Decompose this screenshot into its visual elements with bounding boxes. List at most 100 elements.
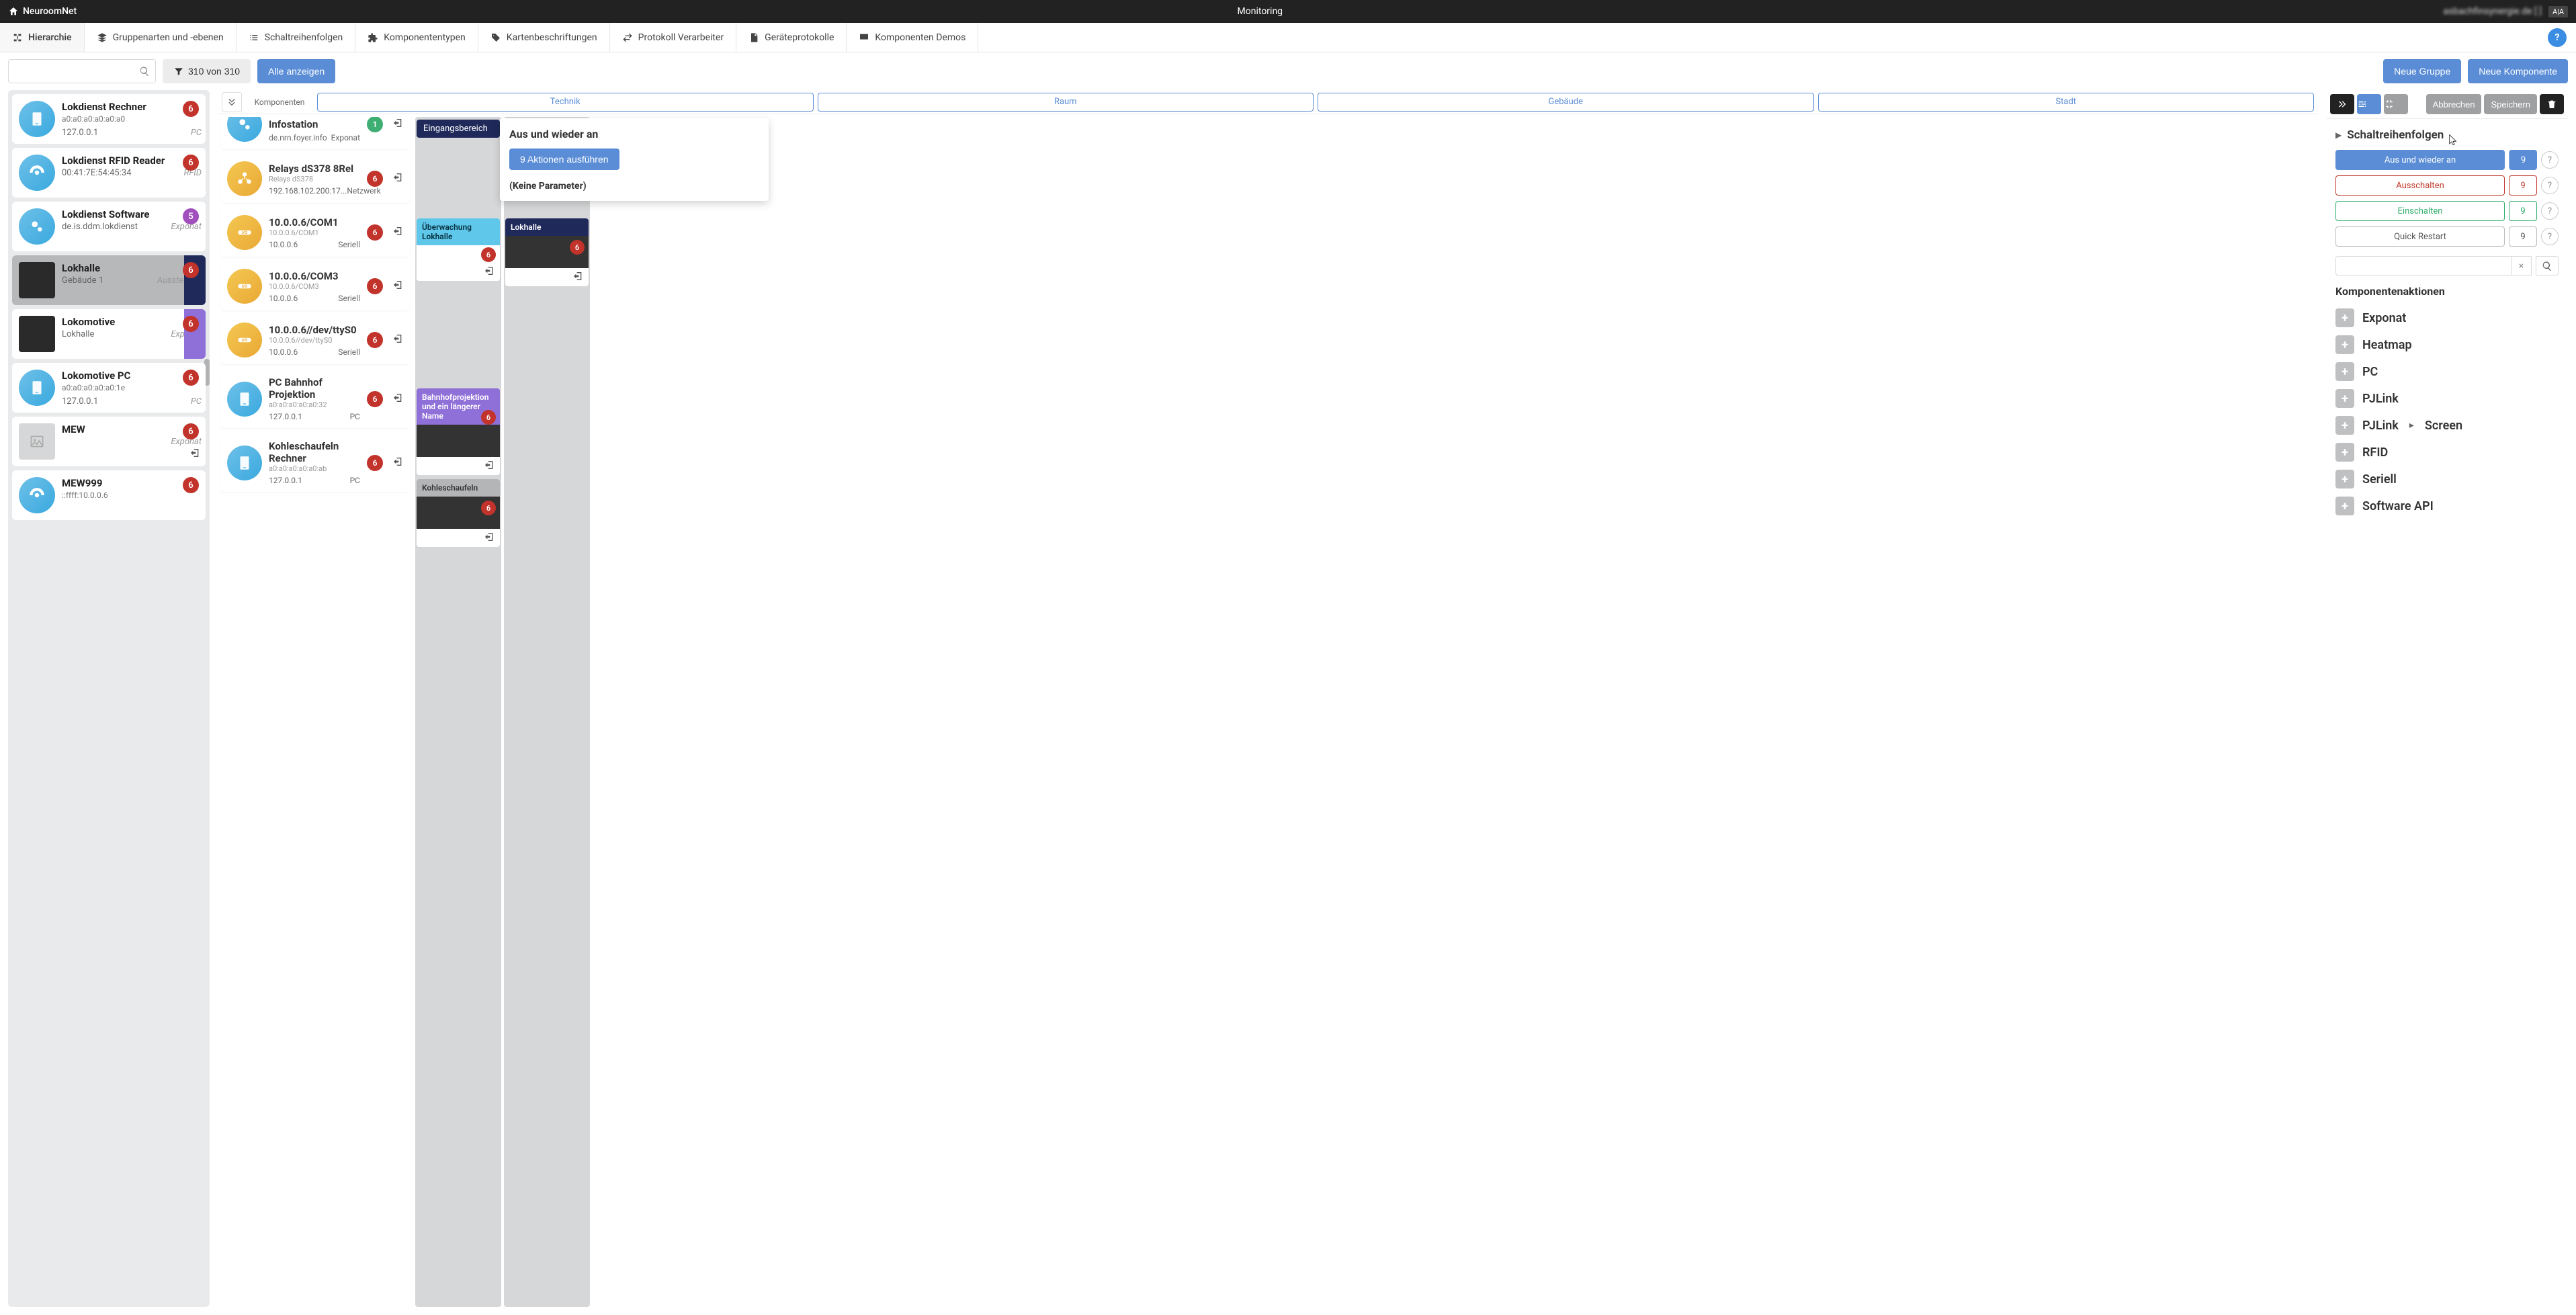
help-button[interactable]: ? [2548,23,2576,52]
component-card[interactable]: Lokdienst RFID Reader00:41:7E:54:45:34RF… [12,148,206,198]
sequence-button[interactable]: Quick Restart [2335,226,2505,247]
help-icon[interactable]: ? [2541,177,2559,194]
enter-icon[interactable] [392,172,403,185]
tech-card[interactable]: 10.0.0.6//dev/ttyS010.0.0.6//dev/ttyS010… [220,316,410,364]
component-card[interactable]: Lokdienst Rechnera0:a0:a0:a0:a0:a0127.0.… [12,94,206,144]
technik-column[interactable]: Software Infostationde.nrn.foyer.infoExp… [218,117,413,1307]
global-search-input[interactable] [14,66,139,77]
component-card[interactable]: MEW999::ffff:10.0.0.66 [12,470,206,520]
nav-tab-protokoll-verarbeiter[interactable]: Protokoll Verarbeiter [610,23,737,52]
col-technik[interactable]: Technik [317,93,814,112]
gebaeude-column[interactable]: Gebäude 1 Lokhalle6 [504,117,590,1307]
tech-card[interactable]: PC Bahnhof Projektiona0:a0:a0:a0:a0:3212… [220,370,410,428]
action-item[interactable]: +RFID [2335,439,2559,466]
expand-all-button[interactable] [222,92,242,112]
collapse-panel-button[interactable] [2330,94,2354,114]
enter-icon[interactable] [392,456,403,470]
card-subtitle: ::ffff:10.0.0.6 [62,491,202,500]
action-label: Heatmap [2362,338,2412,352]
component-card[interactable]: Lokomotive PCa0:a0:a0:a0:a0:1e127.0.0.1P… [12,363,206,413]
nav-tab-hierarchie[interactable]: Hierarchie [0,23,85,52]
sequence-count[interactable]: 9 [2509,201,2537,221]
nav-tab-gruppenarten-und-ebenen[interactable]: Gruppenarten und -ebenen [85,23,237,52]
raum-header-chip[interactable]: Eingangsbereich [417,120,500,138]
sidebar-component-list[interactable]: Lokdienst Rechnera0:a0:a0:a0:a0:a0127.0.… [8,90,210,1307]
component-card[interactable]: Lokdienst Softwarede.is.ddm.lokdienstExp… [12,202,206,251]
tech-card[interactable]: 10.0.0.6/COM110.0.0.6/COM110.0.0.6Seriel… [220,208,410,257]
new-group-button[interactable]: Neue Gruppe [2383,59,2461,83]
doc-icon [748,32,759,43]
room-card[interactable]: Lokhalle6 [505,218,589,286]
room-enter[interactable] [417,529,500,547]
component-card[interactable]: LokomotiveLokhalleExponat6 [12,309,206,359]
sequence-count[interactable]: 9 [2509,226,2537,247]
room-card[interactable]: Bahnhofprojektion und ein längerer Name6 [417,388,500,475]
tech-card[interactable]: Relays dS378 8RelRelays dS378192.168.102… [220,155,410,203]
delete-button[interactable] [2540,94,2564,114]
popover-execute-button[interactable]: 9 Aktionen ausführen [509,149,619,170]
enter-icon[interactable] [392,280,403,293]
compress-button[interactable] [2384,94,2408,114]
help-icon[interactable]: ? [2541,151,2559,169]
home-icon [8,6,19,17]
help-icon[interactable]: ? [2541,202,2559,220]
col-gebaeude[interactable]: Gebäude [1318,93,1814,112]
nav-tab-komponententypen[interactable]: Komponententypen [355,23,478,52]
room-title: Kohleschaufeln [417,479,500,497]
action-item[interactable]: +Software API [2335,493,2559,519]
enter-icon[interactable] [392,333,403,347]
stadt-column[interactable] [593,117,679,1307]
do-search-button[interactable] [2536,256,2559,275]
col-raum[interactable]: Raum [818,93,1314,112]
enter-icon[interactable] [189,448,200,461]
action-item[interactable]: +PC [2335,358,2559,385]
component-card[interactable]: MEWExponat6 [12,417,206,466]
save-button[interactable]: Speichern [2484,94,2537,114]
nav-tab-ger-teprotokolle[interactable]: Geräteprotokolle [736,23,847,52]
action-item[interactable]: +Seriell [2335,466,2559,493]
nav-tab-schaltreihenfolgen[interactable]: Schaltreihenfolgen [237,23,356,52]
tech-card[interactable]: Kohleschaufeln Rechnera0:a0:a0:a0:a0:ab1… [220,433,410,492]
action-search-input[interactable] [2335,256,2511,275]
global-search[interactable] [8,59,156,83]
nav-tab-komponenten-demos[interactable]: Komponenten Demos [847,23,978,52]
room-card[interactable]: Kohleschaufeln6 [417,479,500,547]
section-toggle[interactable]: ▶ Schaltreihenfolgen [2335,128,2559,142]
enter-icon[interactable] [392,118,403,131]
room-enter[interactable] [505,268,589,286]
clear-search-button[interactable]: × [2511,256,2532,275]
enter-icon[interactable] [392,392,403,406]
search-icon[interactable] [139,66,150,77]
nav-tab-kartenbeschriftungen[interactable]: Kartenbeschriftungen [478,23,610,52]
lang-badge[interactable]: A|A [2548,6,2568,17]
sequence-button[interactable]: Ausschalten [2335,175,2505,196]
tech-card[interactable]: Software Infostationde.nrn.foyer.infoExp… [220,117,410,149]
new-component-button[interactable]: Neue Komponente [2468,59,2568,83]
component-card[interactable]: LokhalleGebäude 1Ausstellung6 [12,255,206,305]
action-item[interactable]: +PJLink [2335,385,2559,412]
room-card[interactable]: Überwachung Lokhalle6 [417,218,500,281]
col-stadt[interactable]: Stadt [1818,93,2315,112]
sequence-row: Quick Restart9? [2335,226,2559,247]
action-item[interactable]: +PJLink▸Screen [2335,412,2559,439]
sequence-button[interactable]: Einschalten [2335,201,2505,221]
right-toolbar: Abbrechen Speichern [2326,90,2568,119]
sequence-button[interactable]: Aus und wieder an [2335,150,2505,170]
sequence-count[interactable]: 9 [2509,175,2537,196]
tech-card[interactable]: 10.0.0.6/COM310.0.0.6/COM310.0.0.6Seriel… [220,262,410,310]
action-item[interactable]: +Heatmap [2335,331,2559,358]
room-enter[interactable] [417,457,500,475]
action-item[interactable]: +Exponat [2335,304,2559,331]
show-all-button[interactable]: Alle anzeigen [257,59,335,83]
filter-count-button[interactable]: 310 von 310 [163,59,251,83]
cancel-button[interactable]: Abbrechen [2426,94,2482,114]
sequence-count[interactable]: 9 [2509,150,2537,170]
user-label[interactable]: asbachfinsynergie.de [ ] [2443,6,2542,17]
brand[interactable]: NeuroomNet [8,6,77,17]
navbar: HierarchieGruppenarten und -ebenenSchalt… [0,23,2576,52]
help-icon[interactable]: ? [2541,228,2559,245]
sliders-button[interactable] [2357,94,2381,114]
nav-tab-label: Geräteprotokolle [765,32,834,43]
enter-icon[interactable] [392,226,403,239]
raum-column[interactable]: Eingangsbereich Überwachung Lokhalle6 Bah… [415,117,501,1307]
